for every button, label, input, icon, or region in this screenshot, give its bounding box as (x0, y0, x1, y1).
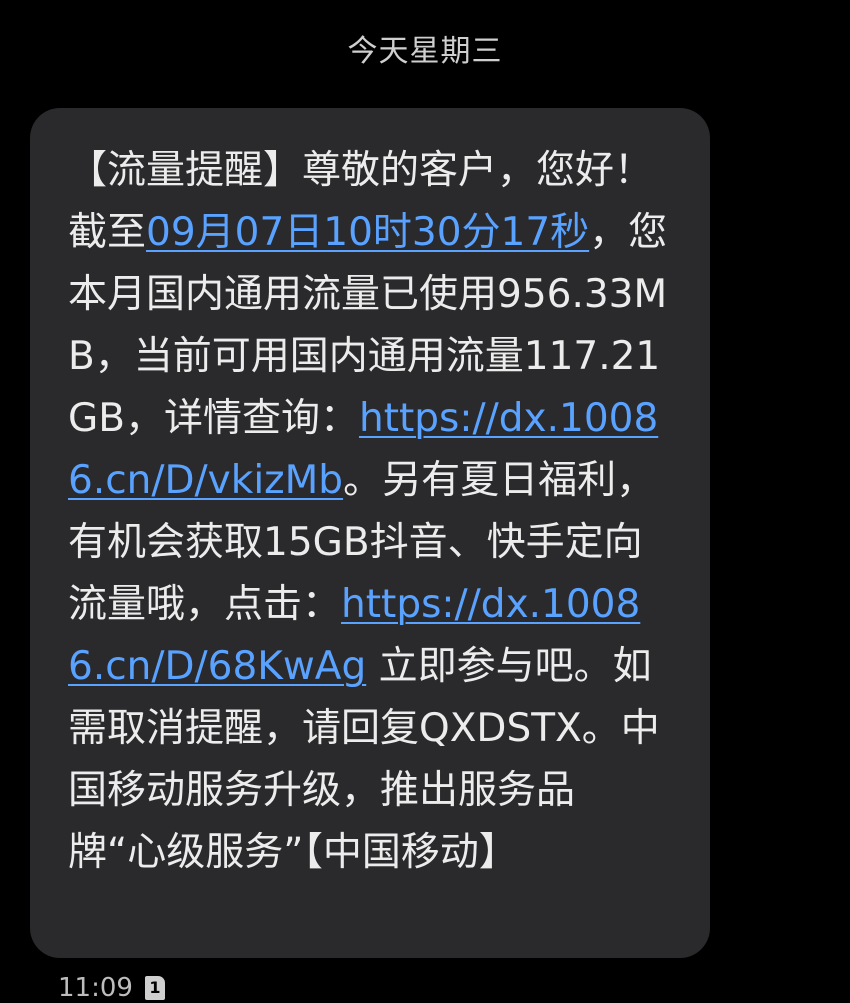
sim-card-icon: 1 (144, 976, 165, 1000)
date-link[interactable]: 09月07日10时30分17秒 (146, 210, 589, 255)
message-text: 【流量提醒】尊敬的客户，您好！截至09月07日10时30分17秒，您本月国内通用… (68, 140, 670, 884)
message-meta: 11:09 1 (58, 972, 165, 1003)
message-bubble[interactable]: 【流量提醒】尊敬的客户，您好！截至09月07日10时30分17秒，您本月国内通用… (30, 108, 710, 958)
date-header: 今天星期三 (347, 34, 503, 69)
message-time: 11:09 (58, 973, 133, 1003)
sim-slot-number: 1 (149, 978, 161, 997)
